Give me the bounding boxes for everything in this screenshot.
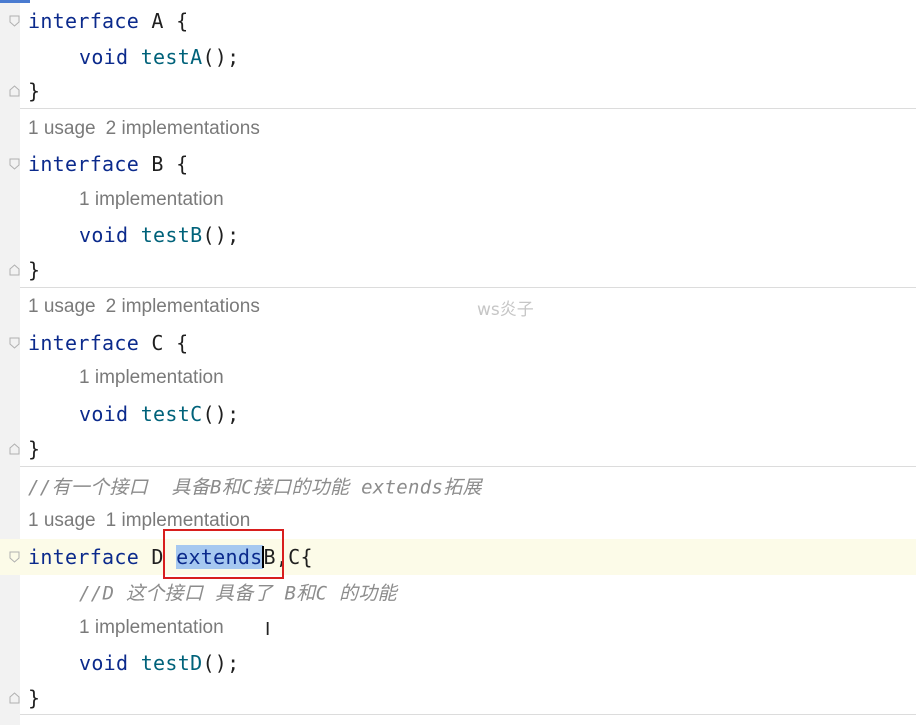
mouse-ibeam-cursor: I [265, 619, 271, 640]
keyword: interface [28, 545, 140, 569]
line-comment: //D 这个接口 具备了 B和C 的功能 [79, 582, 397, 605]
implementation-hint[interactable]: 1 implementation [79, 617, 224, 639]
interface-name: C [151, 331, 164, 355]
inlay-hint-line[interactable]: 1 implementation [0, 610, 916, 646]
interface-name: A [151, 9, 164, 33]
brace: { [176, 9, 189, 33]
brace: { [176, 152, 189, 176]
code-line[interactable]: void testC(); [0, 396, 916, 432]
method-separator [20, 466, 916, 467]
code-line[interactable]: void testA(); [0, 39, 916, 75]
usages-link[interactable]: 1 usage [28, 510, 96, 531]
keyword: interface [28, 152, 140, 176]
interface-name: D [151, 545, 164, 569]
method-name: testA [140, 45, 203, 69]
code-line[interactable]: interface B { [0, 146, 916, 182]
punctuation: (); [202, 45, 240, 69]
brace: } [28, 79, 41, 103]
interface-name: B [151, 152, 164, 176]
brace: { [176, 331, 189, 355]
keyword: interface [28, 331, 140, 355]
code-line[interactable]: } [0, 252, 916, 288]
code-line[interactable]: //有一个接口 具备B和C接口的功能 extends拓展 [0, 468, 916, 504]
fold-close-icon[interactable] [9, 692, 20, 704]
code-line[interactable]: } [0, 431, 916, 467]
implementation-hint[interactable]: 1 implementation [79, 189, 224, 211]
code-line[interactable]: } [0, 680, 916, 716]
code-text: void testD(); [79, 651, 239, 675]
keyword: interface [28, 9, 140, 33]
highlight-box [163, 529, 284, 579]
fold-close-icon[interactable] [9, 443, 20, 455]
fold-close-icon[interactable] [9, 85, 20, 97]
fold-open-icon[interactable] [9, 337, 20, 349]
usages-link[interactable]: 1 usage [28, 118, 96, 139]
method-separator [20, 714, 916, 715]
method-name: testD [140, 651, 203, 675]
code-line[interactable]: interface C { [0, 325, 916, 361]
punctuation: (); [202, 651, 240, 675]
inlay-hint-line[interactable]: 1 usage 1 implementation [0, 503, 916, 539]
code-text: interface A { [28, 9, 188, 33]
method-separator [20, 287, 916, 288]
code-line[interactable]: void testB(); [0, 217, 916, 253]
fold-open-icon[interactable] [9, 158, 20, 170]
code-text: interface B { [28, 152, 188, 176]
keyword: void [79, 223, 129, 247]
usages-link[interactable]: 1 usage [28, 296, 96, 317]
implementation-hint[interactable]: 1 implementation [79, 367, 224, 389]
code-line[interactable]: //D 这个接口 具备了 B和C 的功能 [0, 574, 916, 610]
code-text: void testB(); [79, 223, 239, 247]
usage-hint[interactable]: 1 usage 2 implementations [28, 296, 260, 318]
method-name: testC [140, 402, 203, 426]
inlay-hint-line[interactable]: 1 usage 2 implementations [0, 111, 916, 147]
code-text: interface C { [28, 331, 188, 355]
method-name: testB [140, 223, 203, 247]
punctuation: (); [202, 223, 240, 247]
fold-open-icon[interactable] [9, 15, 20, 27]
brace: } [28, 686, 41, 710]
keyword: void [79, 402, 129, 426]
keyword: void [79, 45, 129, 69]
code-line[interactable]: } [0, 73, 916, 109]
watermark: ws炎子 [477, 300, 534, 320]
code-text: void testC(); [79, 402, 239, 426]
implementations-link[interactable]: 2 implementations [106, 118, 260, 139]
fold-close-icon[interactable] [9, 264, 20, 276]
implementations-link[interactable]: 1 implementation [106, 510, 251, 531]
fold-open-icon[interactable] [9, 551, 20, 563]
brace: } [28, 437, 41, 461]
method-separator [20, 108, 916, 109]
code-line[interactable]: interface A { [0, 3, 916, 39]
inlay-hint-line[interactable]: 1 implementation [0, 182, 916, 218]
code-line[interactable]: void testD(); [0, 645, 916, 681]
code-text: void testA(); [79, 45, 239, 69]
implementations-link[interactable]: 2 implementations [106, 296, 260, 317]
code-editor[interactable]: interface A { void testA(); } 1 usage 2 i… [0, 0, 916, 725]
current-line[interactable]: interface D extendsB,C{ [0, 539, 916, 575]
usage-hint[interactable]: 1 usage 2 implementations [28, 118, 260, 140]
brace: } [28, 258, 41, 282]
inlay-hint-line[interactable]: 1 implementation [0, 360, 916, 396]
keyword: void [79, 651, 129, 675]
line-comment: //有一个接口 具备B和C接口的功能 extends拓展 [28, 476, 482, 499]
inlay-hint-line[interactable]: 1 usage 2 implementations [0, 289, 916, 325]
punctuation: (); [202, 402, 240, 426]
